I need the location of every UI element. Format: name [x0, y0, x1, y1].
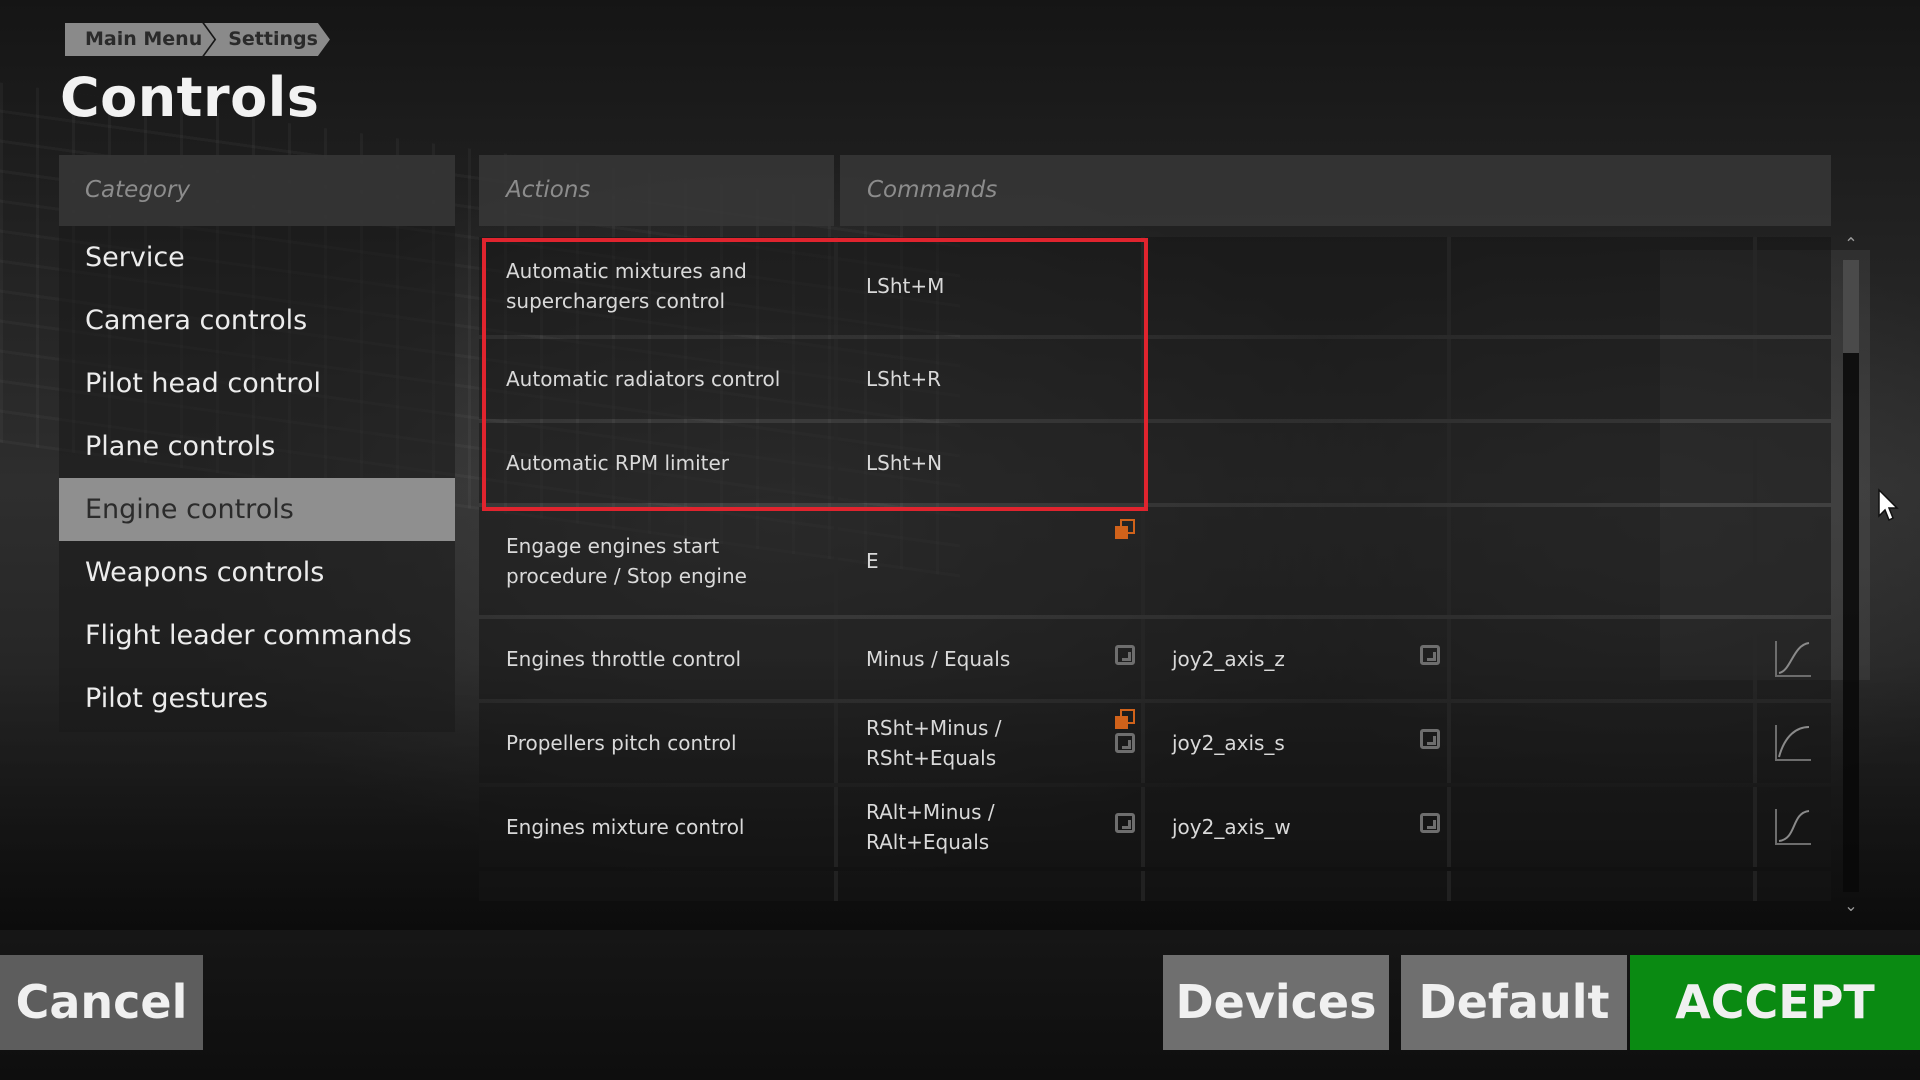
- chevron-down-icon[interactable]: ⌄: [1843, 898, 1859, 914]
- column-divider: [1753, 507, 1757, 615]
- table-row[interactable]: Propellers pitch control RSht+Minus / RS…: [479, 703, 1831, 783]
- command-binding-axis[interactable]: joy2_axis_w: [1172, 812, 1291, 842]
- command-binding-primary[interactable]: RSht+Minus / RSht+Equals: [866, 713, 1016, 773]
- table-header: Actions Commands: [479, 155, 1831, 226]
- cancel-button[interactable]: Cancel: [0, 955, 203, 1050]
- category-item-weapons-controls[interactable]: Weapons controls: [59, 541, 455, 604]
- column-divider: [1141, 787, 1145, 867]
- table-row[interactable]: Engage engines start procedure / Stop en…: [479, 507, 1831, 615]
- reset-binding-icon[interactable]: [1420, 729, 1440, 749]
- page-title: Controls: [60, 66, 320, 129]
- column-divider: [1447, 507, 1451, 615]
- column-divider: [1447, 619, 1451, 699]
- duplicate-binding-icon[interactable]: [1115, 709, 1135, 729]
- accept-button[interactable]: ACCEPT: [1630, 955, 1920, 1050]
- column-divider: [834, 787, 838, 867]
- column-divider: [1753, 619, 1757, 699]
- column-divider: [834, 871, 838, 901]
- column-divider: [834, 619, 838, 699]
- command-binding-primary[interactable]: Minus / Equals: [866, 644, 1016, 674]
- command-binding-axis[interactable]: joy2_axis_s: [1172, 728, 1285, 758]
- reset-binding-icon[interactable]: [1115, 645, 1135, 665]
- category-item-plane-controls[interactable]: Plane controls: [59, 415, 455, 478]
- actions-column-header: Actions: [479, 155, 834, 226]
- column-divider: [1447, 703, 1451, 783]
- column-divider: [1753, 787, 1757, 867]
- column-divider: [1447, 871, 1451, 901]
- breadcrumb-settings[interactable]: Settings: [204, 23, 330, 56]
- category-panel: Category Service Camera controls Pilot h…: [59, 155, 455, 732]
- reset-binding-icon[interactable]: [1420, 813, 1440, 833]
- command-binding-axis[interactable]: joy2_axis_z: [1172, 644, 1285, 674]
- default-button[interactable]: Default: [1401, 955, 1627, 1050]
- column-divider: [1141, 703, 1145, 783]
- category-item-service[interactable]: Service: [59, 226, 455, 289]
- scroll-thumb[interactable]: [1843, 260, 1859, 353]
- column-divider: [1753, 423, 1757, 503]
- column-divider: [1141, 507, 1145, 615]
- category-item-engine-controls[interactable]: Engine controls: [59, 478, 455, 541]
- action-label: Engage engines start procedure / Stop en…: [506, 534, 747, 588]
- column-divider: [1447, 787, 1451, 867]
- column-divider: [1753, 339, 1757, 419]
- column-divider: [1447, 237, 1451, 335]
- action-label: Engines mixture control: [506, 815, 745, 839]
- reset-binding-icon[interactable]: [1115, 813, 1135, 833]
- axis-curve-icon[interactable]: [1775, 641, 1811, 677]
- table-row[interactable]: Engines throttle control Minus / Equals …: [479, 619, 1831, 699]
- reset-binding-icon[interactable]: [1115, 733, 1135, 753]
- scroll-track[interactable]: [1843, 260, 1859, 892]
- breadcrumb: Main Menu Settings: [65, 23, 330, 56]
- reset-binding-icon[interactable]: [1420, 645, 1440, 665]
- column-divider: [1753, 871, 1757, 901]
- category-item-pilot-gestures[interactable]: Pilot gestures: [59, 667, 455, 730]
- axis-curve-icon[interactable]: [1775, 725, 1811, 761]
- column-divider: [1753, 703, 1757, 783]
- column-divider: [1141, 619, 1145, 699]
- category-item-flight-leader-commands[interactable]: Flight leader commands: [59, 604, 455, 667]
- table-scrollbar[interactable]: ⌃ ⌄: [1840, 236, 1862, 922]
- category-item-pilot-head-control[interactable]: Pilot head control: [59, 352, 455, 415]
- highlight-box: [482, 238, 1148, 511]
- category-list: Service Camera controls Pilot head contr…: [59, 226, 455, 730]
- command-binding-primary[interactable]: E: [866, 546, 1016, 576]
- commands-column-header: Commands: [840, 155, 1831, 226]
- duplicate-binding-icon[interactable]: [1115, 519, 1135, 539]
- column-divider: [834, 507, 838, 615]
- column-divider: [834, 703, 838, 783]
- chevron-up-icon[interactable]: ⌃: [1843, 236, 1859, 252]
- breadcrumb-main-menu[interactable]: Main Menu: [65, 23, 214, 56]
- table-row[interactable]: [479, 871, 1831, 901]
- table-row[interactable]: Engines mixture control RAlt+Minus / RAl…: [479, 787, 1831, 867]
- column-divider: [1141, 871, 1145, 901]
- axis-curve-icon[interactable]: [1775, 809, 1811, 845]
- devices-button[interactable]: Devices: [1163, 955, 1389, 1050]
- category-item-camera-controls[interactable]: Camera controls: [59, 289, 455, 352]
- category-header: Category: [59, 155, 455, 226]
- action-label: Propellers pitch control: [506, 731, 737, 755]
- action-label: Engines throttle control: [506, 647, 742, 671]
- column-divider: [1447, 423, 1451, 503]
- command-binding-primary[interactable]: RAlt+Minus / RAlt+Equals: [866, 797, 1016, 857]
- mouse-cursor-icon: [1877, 488, 1899, 526]
- column-divider: [1753, 237, 1757, 335]
- column-divider: [1447, 339, 1451, 419]
